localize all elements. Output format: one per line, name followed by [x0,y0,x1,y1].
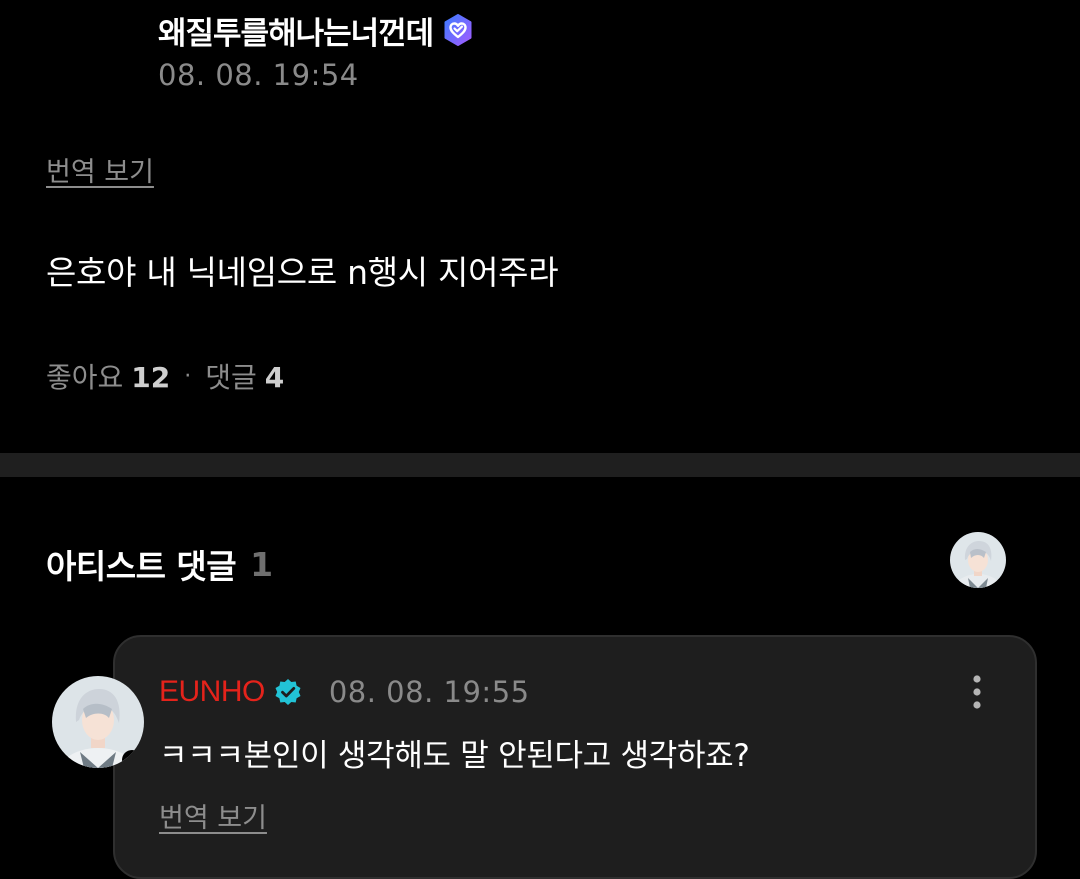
post-timestamp: 08. 08. 19:54 [158,58,359,92]
likes-button[interactable]: 좋아요 12 [46,356,170,396]
post-body-text: 은호야 내 닉네임으로 n행시 지어주라 [46,253,559,292]
more-options-button[interactable] [962,672,992,712]
comment-translate-link[interactable]: 번역 보기 [159,796,267,835]
post-header: 왜질투를해나는너껀데 08. 08. 19:54 [158,8,475,92]
artist-avatar-filter[interactable] [950,532,1006,588]
post-stats: 좋아요 12 · 댓글 4 [46,356,284,396]
comment-body-text: ㅋㅋㅋ본인이 생각해도 말 안된다고 생각하죠? [159,738,750,774]
section-divider [0,453,1080,477]
artist-avatar-image [950,532,1006,588]
artist-comments-title: 아티스트 댓글 [46,547,237,586]
comment-timestamp: 08. 08. 19:55 [328,675,530,709]
comment-header: EUNHO 08. 08. 19:55 [159,670,530,714]
comments-label: 댓글 [205,361,257,394]
artist-comments-heading: 아티스트 댓글 1 [46,540,273,588]
post-author-row: 왜질투를해나는너껀데 [158,8,475,52]
comments-count: 4 [264,361,285,394]
artist-verified-check-icon [273,677,303,707]
comment-avatar-image [52,676,144,768]
post-author-name[interactable]: 왜질투를해나는너껀데 [158,8,434,53]
comment-author-name[interactable]: EUNHO [159,675,265,709]
fan-verified-heart-icon [441,13,475,47]
stats-separator: · [184,363,192,389]
more-vertical-icon [973,675,981,709]
likes-count: 12 [131,361,171,394]
post-translate-link[interactable]: 번역 보기 [46,150,154,189]
comments-button[interactable]: 댓글 4 [205,356,284,396]
likes-label: 좋아요 [46,361,124,394]
comment-author-avatar[interactable] [52,676,144,768]
artist-comments-count: 1 [250,544,273,584]
